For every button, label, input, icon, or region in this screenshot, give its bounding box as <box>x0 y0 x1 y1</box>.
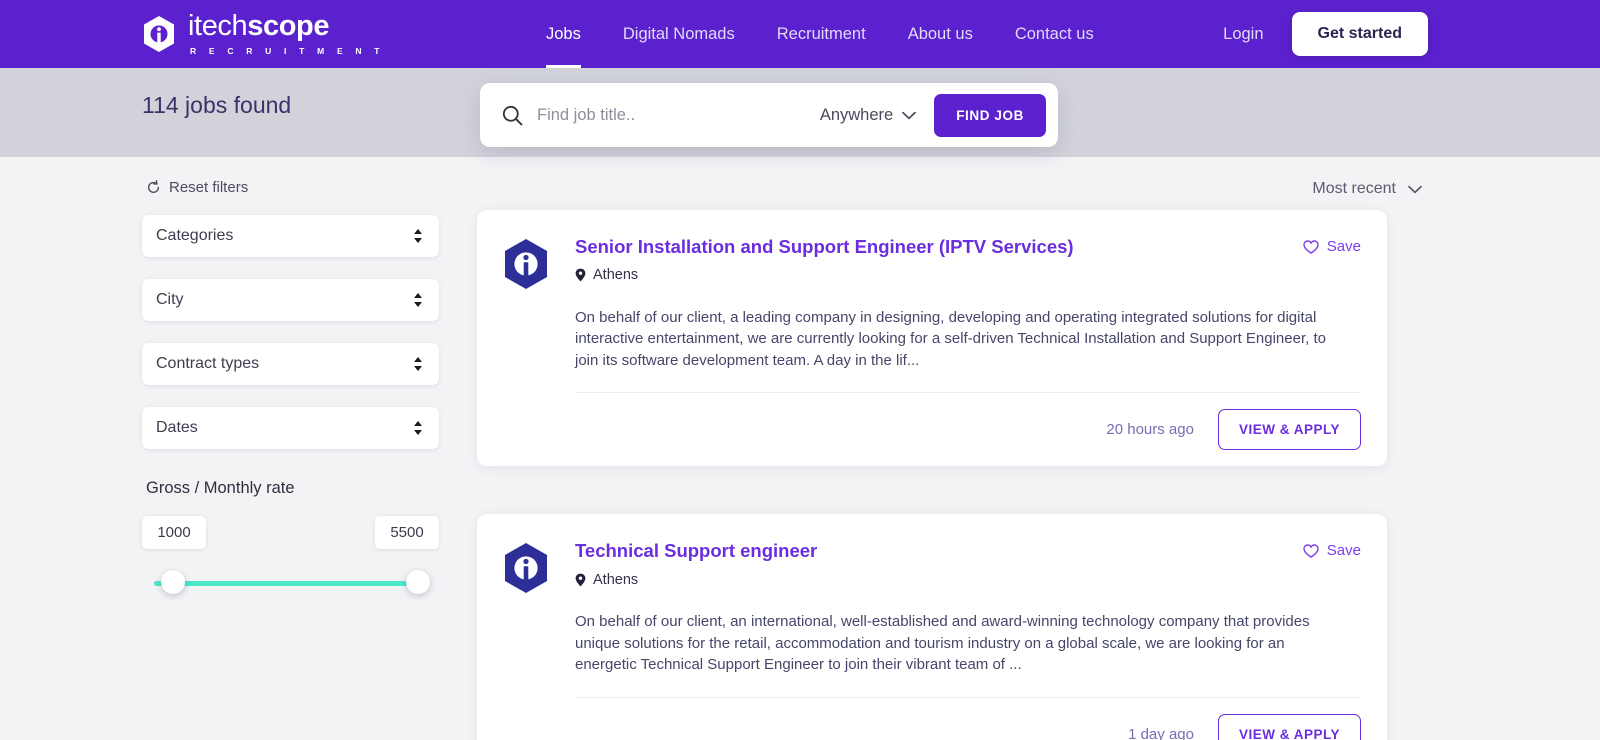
top-navigation-bar: itechscope R E C R U I T M E N T Jobs Di… <box>0 0 1600 68</box>
location-dropdown-label: Anywhere <box>819 105 894 124</box>
chevron-down-icon <box>902 111 917 119</box>
job-card-header: Technical Support engineer Athens Save <box>503 540 1361 594</box>
hexagon-info-icon <box>505 543 547 594</box>
nav-item-label: Jobs <box>546 24 581 43</box>
job-posted-time: 20 hours ago <box>1106 421 1194 439</box>
sort-dropdown-label: Most recent <box>1312 180 1396 197</box>
save-job-label: Save <box>1326 238 1361 255</box>
sort-arrows-icon <box>414 357 422 371</box>
nav-item-jobs[interactable]: Jobs <box>546 0 602 68</box>
job-location-label: Athens <box>593 267 639 284</box>
search-input[interactable] <box>537 105 820 125</box>
filter-select-label: Dates <box>156 419 198 436</box>
nav-item-label: About us <box>907 24 973 43</box>
save-job-button[interactable]: Save <box>1303 542 1361 559</box>
rate-filter-inputs <box>142 516 439 549</box>
job-search-bar: Anywhere FIND JOB <box>480 83 1058 147</box>
search-icon <box>502 105 523 125</box>
job-card-title-block: Technical Support engineer Athens <box>575 540 1303 587</box>
view-and-apply-button[interactable]: VIEW & APPLY <box>1217 409 1361 451</box>
sort-dropdown[interactable]: Most recent <box>1312 180 1422 198</box>
job-location: Athens <box>575 572 1303 588</box>
job-card-footer: 20 hours ago VIEW & APPLY <box>575 392 1361 466</box>
nav-item-about-us[interactable]: About us <box>887 0 994 68</box>
nav-item-contact-us[interactable]: Contact us <box>994 0 1115 68</box>
view-and-apply-button[interactable]: VIEW & APPLY <box>1217 713 1361 740</box>
hexagon-info-icon <box>144 16 174 52</box>
job-description: On behalf of our client, an internationa… <box>575 613 1310 674</box>
job-card-title-block: Senior Installation and Support Engineer… <box>575 236 1303 283</box>
filter-select-label: City <box>156 291 184 308</box>
job-card-footer: 1 day ago VIEW & APPLY <box>575 696 1361 740</box>
job-posted-time: 1 day ago <box>1128 725 1194 740</box>
job-card[interactable]: Technical Support engineer Athens Save O… <box>477 514 1387 740</box>
filter-select-city[interactable]: City <box>142 279 439 321</box>
sort-arrows-icon <box>414 229 422 243</box>
rate-max-input[interactable] <box>375 516 439 549</box>
nav-item-label: Contact us <box>1014 24 1094 43</box>
refresh-icon <box>147 180 160 193</box>
hexagon-info-icon <box>505 239 547 289</box>
save-job-label: Save <box>1326 542 1361 560</box>
logo-word-bold: scope <box>247 10 330 43</box>
reset-filters-button[interactable]: Reset filters <box>142 179 442 196</box>
slider-handle-min[interactable] <box>161 570 185 594</box>
location-dropdown[interactable]: Anywhere <box>819 105 917 125</box>
filter-select-label: Categories <box>156 227 234 244</box>
find-job-button[interactable]: FIND JOB <box>934 93 1046 137</box>
job-card-header: Senior Installation and Support Engineer… <box>503 236 1361 290</box>
job-title-link[interactable]: Technical Support engineer <box>575 540 1303 562</box>
sort-arrows-icon <box>414 421 422 435</box>
map-pin-icon <box>575 268 586 282</box>
job-location-label: Athens <box>593 571 639 588</box>
job-title-link[interactable]: Senior Installation and Support Engineer… <box>575 236 1303 258</box>
job-location: Athens <box>575 267 1303 283</box>
rate-min-input[interactable] <box>142 516 206 549</box>
nav-item-recruitment[interactable]: Recruitment <box>756 0 887 68</box>
get-started-button[interactable]: Get started <box>1291 12 1428 56</box>
job-results-list: Senior Installation and Support Engineer… <box>477 210 1387 740</box>
filter-select-label: Contract types <box>156 355 260 372</box>
login-link[interactable]: Login <box>1223 25 1263 44</box>
rate-range-slider[interactable] <box>142 570 439 596</box>
reset-filters-label: Reset filters <box>169 179 249 196</box>
save-job-button[interactable]: Save <box>1303 238 1361 255</box>
slider-handle-max[interactable] <box>406 570 430 594</box>
job-card[interactable]: Senior Installation and Support Engineer… <box>477 210 1387 467</box>
slider-track <box>154 581 427 586</box>
map-pin-icon <box>575 573 586 586</box>
job-description: On behalf of our client, a leading compa… <box>575 309 1326 369</box>
filter-select-dates[interactable]: Dates <box>142 407 439 449</box>
main-nav: Jobs Digital Nomads Recruitment About us… <box>546 0 1115 68</box>
logo-tagline: R E C R U I T M E N T <box>190 46 385 57</box>
filters-sidebar: Reset filters Categories City Contract t… <box>142 179 442 596</box>
heart-icon <box>1303 544 1319 558</box>
nav-item-label: Digital Nomads <box>622 24 735 43</box>
heart-icon <box>1303 239 1319 254</box>
site-logo[interactable]: itechscope R E C R U I T M E N T <box>142 12 385 56</box>
filter-select-categories[interactable]: Categories <box>142 215 439 257</box>
rate-filter-title: Gross / Monthly rate <box>146 479 295 497</box>
sort-arrows-icon <box>414 293 422 307</box>
chevron-down-icon <box>1408 185 1422 193</box>
account-actions: Login Get started <box>1223 12 1428 56</box>
nav-item-label: Recruitment <box>776 24 866 43</box>
jobs-found-count: 114 jobs found <box>142 92 292 118</box>
nav-item-digital-nomads[interactable]: Digital Nomads <box>602 0 756 68</box>
filter-select-contract-types[interactable]: Contract types <box>142 343 439 385</box>
content-area: Reset filters Categories City Contract t… <box>0 157 1600 740</box>
logo-word-light: itech <box>188 10 248 43</box>
